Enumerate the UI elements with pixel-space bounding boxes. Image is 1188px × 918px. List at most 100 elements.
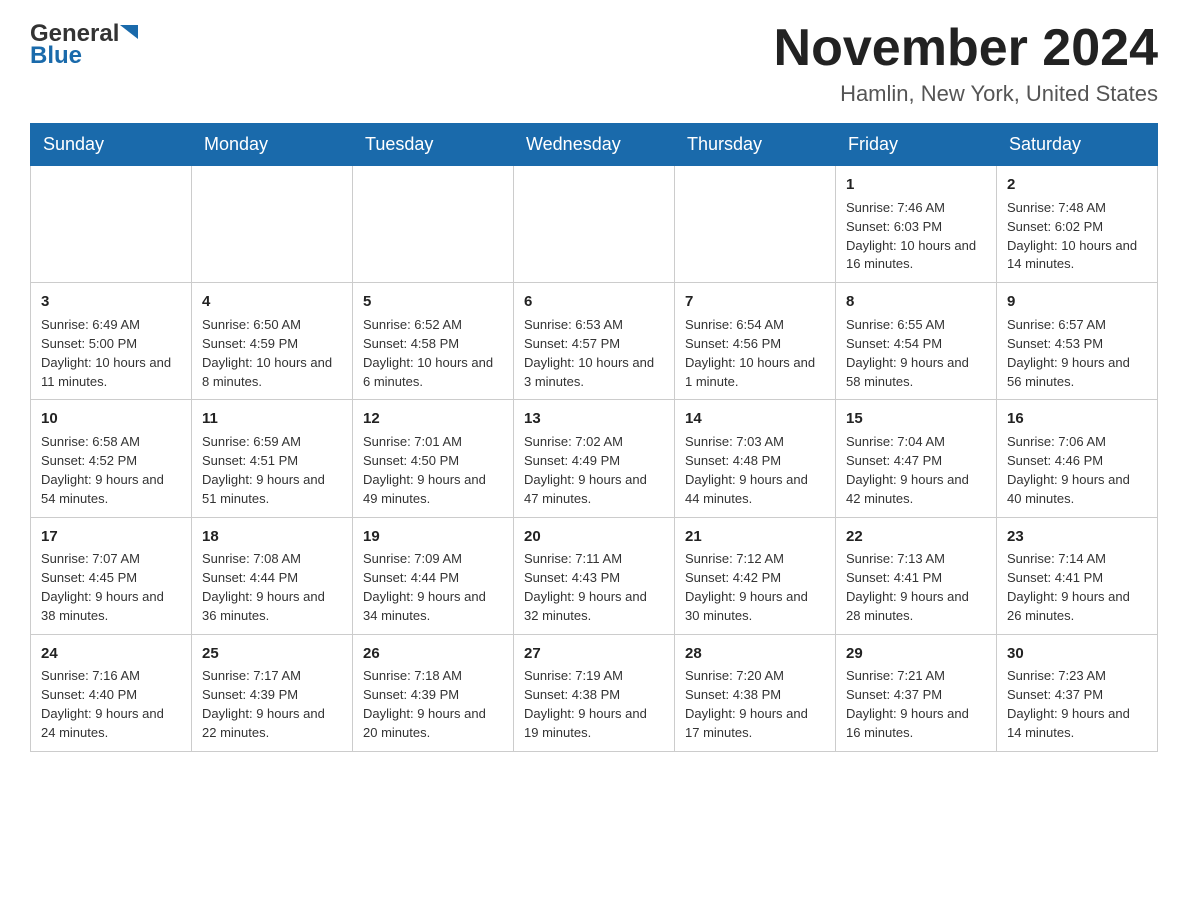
logo: General Blue [30, 20, 138, 70]
calendar-cell: 7 Sunrise: 6:54 AMSunset: 4:56 PMDaylight… [675, 283, 836, 400]
calendar-cell: 3Sunrise: 6:49 AMSunset: 5:00 PMDaylight… [31, 283, 192, 400]
day-number: 16 [1007, 408, 1147, 430]
day-info: Sunrise: 7:03 AMSunset: 4:48 PMDaylight:… [685, 433, 825, 508]
day-number: 30 [1007, 643, 1147, 665]
title-area: November 2024 Hamlin, New York, United S… [774, 20, 1158, 107]
day-number: 7 [685, 291, 825, 313]
day-number: 2 [1007, 174, 1147, 196]
calendar-cell: 29Sunrise: 7:21 AMSunset: 4:37 PMDayligh… [836, 634, 997, 751]
week-row-2: 3Sunrise: 6:49 AMSunset: 5:00 PMDaylight… [31, 283, 1158, 400]
day-header-saturday: Saturday [997, 124, 1158, 166]
calendar-cell: 30Sunrise: 7:23 AMSunset: 4:37 PMDayligh… [997, 634, 1158, 751]
day-info: Sunrise: 6:59 AMSunset: 4:51 PMDaylight:… [202, 433, 342, 508]
day-number: 6 [524, 291, 664, 313]
calendar-cell: 1 Sunrise: 7:46 AMSunset: 6:03 PMDaylight… [836, 166, 997, 283]
day-info: Sunrise: 6:57 AMSunset: 4:53 PMDaylight:… [1007, 316, 1147, 391]
calendar-cell [353, 166, 514, 283]
calendar-cell: 20Sunrise: 7:11 AMSunset: 4:43 PMDayligh… [514, 517, 675, 634]
day-number: 29 [846, 643, 986, 665]
day-number: 13 [524, 408, 664, 430]
calendar-subtitle: Hamlin, New York, United States [774, 81, 1158, 107]
calendar-cell: 16Sunrise: 7:06 AMSunset: 4:46 PMDayligh… [997, 400, 1158, 517]
day-number: 27 [524, 643, 664, 665]
day-header-monday: Monday [192, 124, 353, 166]
calendar-cell [675, 166, 836, 283]
day-number: 9 [1007, 291, 1147, 313]
logo-blue-text: Blue [30, 42, 82, 70]
day-info: Sunrise: 7:21 AMSunset: 4:37 PMDaylight:… [846, 667, 986, 742]
day-number: 24 [41, 643, 181, 665]
day-number: 20 [524, 526, 664, 548]
calendar-cell: 9 Sunrise: 6:57 AMSunset: 4:53 PMDaylight… [997, 283, 1158, 400]
calendar-cell: 15Sunrise: 7:04 AMSunset: 4:47 PMDayligh… [836, 400, 997, 517]
day-info: Sunrise: 7:13 AMSunset: 4:41 PMDaylight:… [846, 550, 986, 625]
day-header-wednesday: Wednesday [514, 124, 675, 166]
calendar-cell: 22Sunrise: 7:13 AMSunset: 4:41 PMDayligh… [836, 517, 997, 634]
day-number: 23 [1007, 526, 1147, 548]
day-number: 25 [202, 643, 342, 665]
calendar-cell: 19Sunrise: 7:09 AMSunset: 4:44 PMDayligh… [353, 517, 514, 634]
calendar-cell: 25Sunrise: 7:17 AMSunset: 4:39 PMDayligh… [192, 634, 353, 751]
day-header-sunday: Sunday [31, 124, 192, 166]
day-info: Sunrise: 7:46 AMSunset: 6:03 PMDaylight:… [846, 199, 986, 274]
day-number: 14 [685, 408, 825, 430]
page-header: General Blue November 2024 Hamlin, New Y… [30, 20, 1158, 107]
week-row-3: 10 Sunrise: 6:58 AMSunset: 4:52 PMDayligh… [31, 400, 1158, 517]
day-info: Sunrise: 6:52 AMSunset: 4:58 PMDaylight:… [363, 316, 503, 391]
calendar-cell [192, 166, 353, 283]
day-info: Sunrise: 6:55 AMSunset: 4:54 PMDaylight:… [846, 316, 986, 391]
day-number: 5 [363, 291, 503, 313]
day-info: Sunrise: 7:07 AMSunset: 4:45 PMDaylight:… [41, 550, 181, 625]
calendar-cell: 23Sunrise: 7:14 AMSunset: 4:41 PMDayligh… [997, 517, 1158, 634]
day-headers-row: SundayMondayTuesdayWednesdayThursdayFrid… [31, 124, 1158, 166]
calendar-cell: 18Sunrise: 7:08 AMSunset: 4:44 PMDayligh… [192, 517, 353, 634]
day-info: Sunrise: 7:18 AMSunset: 4:39 PMDaylight:… [363, 667, 503, 742]
calendar-cell: 17Sunrise: 7:07 AMSunset: 4:45 PMDayligh… [31, 517, 192, 634]
day-info: Sunrise: 7:48 AMSunset: 6:02 PMDaylight:… [1007, 199, 1147, 274]
calendar-cell: 11 Sunrise: 6:59 AMSunset: 4:51 PMDayligh… [192, 400, 353, 517]
day-number: 18 [202, 526, 342, 548]
day-number: 10 [41, 408, 181, 430]
week-row-1: 1 Sunrise: 7:46 AMSunset: 6:03 PMDaylight… [31, 166, 1158, 283]
calendar-cell: 4Sunrise: 6:50 AMSunset: 4:59 PMDaylight… [192, 283, 353, 400]
day-number: 12 [363, 408, 503, 430]
day-info: Sunrise: 7:08 AMSunset: 4:44 PMDaylight:… [202, 550, 342, 625]
day-info: Sunrise: 7:20 AMSunset: 4:38 PMDaylight:… [685, 667, 825, 742]
calendar-cell [31, 166, 192, 283]
day-header-friday: Friday [836, 124, 997, 166]
day-number: 19 [363, 526, 503, 548]
calendar-cell: 10 Sunrise: 6:58 AMSunset: 4:52 PMDayligh… [31, 400, 192, 517]
calendar-cell: 26Sunrise: 7:18 AMSunset: 4:39 PMDayligh… [353, 634, 514, 751]
day-number: 26 [363, 643, 503, 665]
day-info: Sunrise: 6:53 AMSunset: 4:57 PMDaylight:… [524, 316, 664, 391]
calendar-cell: 6 Sunrise: 6:53 AMSunset: 4:57 PMDaylight… [514, 283, 675, 400]
calendar-cell: 21Sunrise: 7:12 AMSunset: 4:42 PMDayligh… [675, 517, 836, 634]
day-info: Sunrise: 6:50 AMSunset: 4:59 PMDaylight:… [202, 316, 342, 391]
day-number: 8 [846, 291, 986, 313]
calendar-cell [514, 166, 675, 283]
day-info: Sunrise: 7:23 AMSunset: 4:37 PMDaylight:… [1007, 667, 1147, 742]
day-info: Sunrise: 7:12 AMSunset: 4:42 PMDaylight:… [685, 550, 825, 625]
day-info: Sunrise: 6:58 AMSunset: 4:52 PMDaylight:… [41, 433, 181, 508]
day-number: 1 [846, 174, 986, 196]
calendar-title: November 2024 [774, 20, 1158, 77]
day-info: Sunrise: 6:54 AMSunset: 4:56 PMDaylight:… [685, 316, 825, 391]
day-info: Sunrise: 6:49 AMSunset: 5:00 PMDaylight:… [41, 316, 181, 391]
day-number: 17 [41, 526, 181, 548]
calendar-cell: 27Sunrise: 7:19 AMSunset: 4:38 PMDayligh… [514, 634, 675, 751]
calendar-cell: 5 Sunrise: 6:52 AMSunset: 4:58 PMDaylight… [353, 283, 514, 400]
day-number: 22 [846, 526, 986, 548]
day-info: Sunrise: 7:14 AMSunset: 4:41 PMDaylight:… [1007, 550, 1147, 625]
calendar-cell: 24Sunrise: 7:16 AMSunset: 4:40 PMDayligh… [31, 634, 192, 751]
calendar-table: SundayMondayTuesdayWednesdayThursdayFrid… [30, 123, 1158, 752]
day-info: Sunrise: 7:11 AMSunset: 4:43 PMDaylight:… [524, 550, 664, 625]
day-info: Sunrise: 7:01 AMSunset: 4:50 PMDaylight:… [363, 433, 503, 508]
week-row-5: 24Sunrise: 7:16 AMSunset: 4:40 PMDayligh… [31, 634, 1158, 751]
calendar-cell: 13 Sunrise: 7:02 AMSunset: 4:49 PMDayligh… [514, 400, 675, 517]
day-info: Sunrise: 7:09 AMSunset: 4:44 PMDaylight:… [363, 550, 503, 625]
day-info: Sunrise: 7:02 AMSunset: 4:49 PMDaylight:… [524, 433, 664, 508]
day-number: 11 [202, 408, 342, 430]
day-number: 28 [685, 643, 825, 665]
week-row-4: 17Sunrise: 7:07 AMSunset: 4:45 PMDayligh… [31, 517, 1158, 634]
logo-arrow-icon [120, 25, 138, 43]
